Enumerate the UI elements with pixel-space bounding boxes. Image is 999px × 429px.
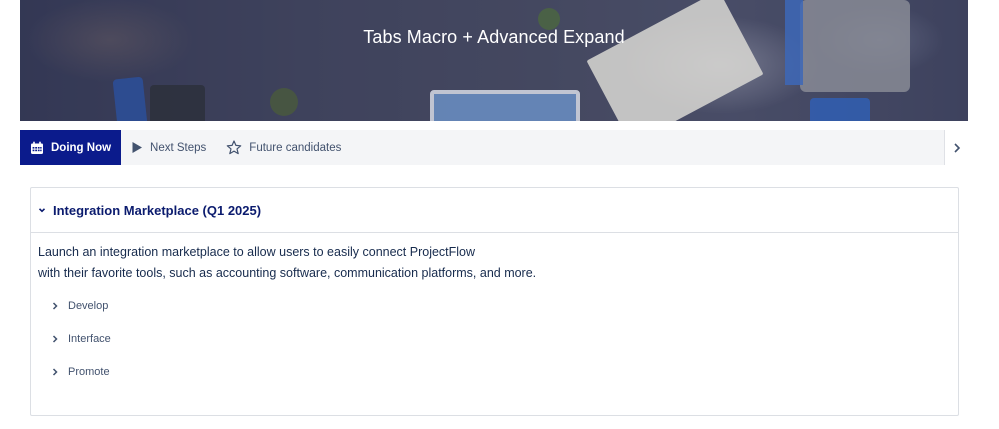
chevron-down-icon xyxy=(38,208,46,213)
nested-expand-label: Interface xyxy=(68,332,111,345)
header-banner: Tabs Macro + Advanced Expand xyxy=(20,0,968,121)
calendar-icon xyxy=(31,141,43,154)
banner-tablet-image xyxy=(150,85,205,121)
play-icon xyxy=(132,142,143,153)
chevron-right-icon xyxy=(52,301,58,310)
description-line: Launch an integration marketplace to all… xyxy=(38,245,476,259)
expand-panel: Integration Marketplace (Q1 2025) Launch… xyxy=(30,187,959,416)
expand-description: Launch an integration marketplace to all… xyxy=(38,242,951,283)
nested-expand-list: Develop Interface Promote xyxy=(38,289,951,388)
banner-notebook-image xyxy=(586,0,764,121)
chevron-right-icon xyxy=(953,142,960,153)
expand-title: Integration Marketplace (Q1 2025) xyxy=(53,202,262,218)
tab-scroll-right-button[interactable] xyxy=(944,130,968,165)
description-line: with their favorite tools, such as accou… xyxy=(38,265,537,280)
page-title: Tabs Macro + Advanced Expand xyxy=(363,27,625,47)
star-icon xyxy=(226,140,242,155)
banner-plant-image xyxy=(270,88,298,116)
nested-expand-label: Develop xyxy=(68,299,109,312)
banner-phone-image xyxy=(810,98,870,121)
banner-phone-image xyxy=(112,76,148,121)
chevron-right-icon xyxy=(52,367,58,376)
nested-expand-develop[interactable]: Develop xyxy=(38,289,951,322)
tab-label: Doing Now xyxy=(51,141,112,154)
chevron-right-icon xyxy=(52,334,58,343)
tab-future-candidates[interactable]: Future candidates xyxy=(216,130,351,165)
tab-bar: Doing Now Next Steps Future candidates xyxy=(20,130,968,165)
tab-doing-now[interactable]: Doing Now xyxy=(20,130,122,165)
nested-expand-label: Promote xyxy=(68,365,110,378)
expand-header[interactable]: Integration Marketplace (Q1 2025) xyxy=(31,188,958,233)
tab-label: Next Steps xyxy=(150,141,207,154)
tab-label: Future candidates xyxy=(249,141,342,154)
expand-body: Launch an integration marketplace to all… xyxy=(31,233,958,388)
tab-next-steps[interactable]: Next Steps xyxy=(121,130,216,165)
banner-laptop-image xyxy=(430,90,580,121)
nested-expand-promote[interactable]: Promote xyxy=(38,355,951,388)
nested-expand-interface[interactable]: Interface xyxy=(38,322,951,355)
